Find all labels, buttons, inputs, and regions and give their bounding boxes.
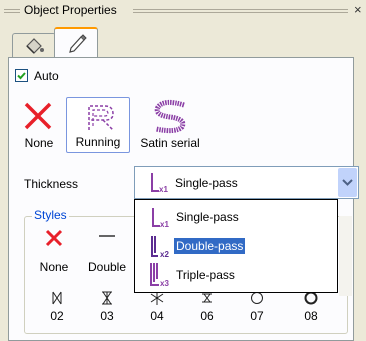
stitch-running-button[interactable]: Running: [66, 97, 130, 153]
auto-checkbox[interactable]: [15, 69, 28, 82]
style-item-04[interactable]: 04: [142, 290, 172, 323]
svg-text:x1: x1: [159, 185, 168, 194]
outline-tab[interactable]: [54, 27, 98, 58]
red-x-icon: [45, 229, 63, 247]
title-grip-left: [4, 9, 20, 13]
title-grip-right: [133, 9, 348, 13]
option-label: Single-pass: [176, 210, 239, 224]
option-badge: x2: [160, 250, 169, 259]
option-badge: x1: [160, 220, 169, 229]
option-badge: x3: [160, 279, 169, 288]
style-none-label: None: [39, 260, 69, 274]
thickness-option-single-pass[interactable]: x1 Single-pass: [136, 204, 336, 232]
object-properties-panel: Object Properties × Auto None Running Sa…: [0, 0, 366, 341]
auto-label: Auto: [34, 69, 59, 83]
option-label: Double-pass: [174, 238, 246, 254]
style-item-label: 04: [150, 309, 164, 323]
triple-pass-icon: x3: [150, 263, 169, 288]
style-double-item[interactable]: Double: [82, 228, 132, 278]
running-stitch-icon: [88, 105, 114, 131]
style-item-08[interactable]: 08: [296, 290, 326, 323]
styles-scrollbar[interactable]: [339, 216, 352, 296]
fill-tab[interactable]: [12, 33, 56, 57]
satin-serial-icon: [154, 99, 186, 134]
panel-titlebar[interactable]: Object Properties ×: [0, 0, 366, 20]
style-item-label: 03: [100, 309, 114, 323]
stitch-style-icon: [52, 291, 62, 305]
style-item-02[interactable]: 02: [42, 290, 72, 323]
paint-bucket-icon: [26, 38, 44, 54]
thickness-dropdown-list: x1 Single-pass x2 Double-pass x3 Triple-…: [134, 199, 338, 293]
stitch-satin-serial-label: Satin serial: [140, 136, 200, 150]
thickness-value: Single-pass: [175, 176, 238, 190]
style-item-03[interactable]: 03: [92, 290, 122, 323]
close-icon[interactable]: ×: [354, 2, 362, 17]
chevron-down-icon: [342, 179, 353, 186]
stitch-satin-serial-button[interactable]: Satin serial: [134, 97, 206, 153]
single-pass-icon: x1: [152, 208, 169, 229]
thickness-combobox[interactable]: x1 Single-pass: [134, 166, 359, 199]
single-pass-icon: x1: [151, 173, 168, 194]
thickness-option-triple-pass[interactable]: x3 Triple-pass: [136, 262, 336, 290]
panel-title: Object Properties: [24, 3, 117, 17]
style-item-06[interactable]: 06: [192, 290, 222, 323]
double-pass-icon: x2: [151, 236, 169, 259]
style-double-label: Double: [87, 260, 127, 274]
thickness-option-double-pass[interactable]: x2 Double-pass: [136, 233, 336, 261]
pencil-icon: [69, 34, 87, 53]
style-none-item[interactable]: None: [36, 228, 72, 278]
style-item-label: 02: [50, 309, 64, 323]
thickness-label: Thickness: [24, 177, 79, 191]
style-item-label: 06: [200, 309, 214, 323]
style-item-label: 08: [304, 309, 318, 323]
style-item-label: 07: [250, 309, 264, 323]
style-item-07[interactable]: 07: [242, 290, 272, 323]
stitch-style-icon: [102, 291, 112, 305]
red-x-icon: [24, 102, 52, 130]
check-mark-icon: [17, 72, 26, 80]
combo-dropdown-button[interactable]: [338, 168, 357, 197]
styles-group-label: Styles: [32, 208, 69, 222]
stitch-none-button[interactable]: None: [20, 97, 58, 153]
double-line-icon: [99, 235, 115, 237]
option-label: Triple-pass: [176, 268, 235, 282]
stitch-running-label: Running: [75, 135, 121, 149]
stitch-none-label: None: [24, 136, 54, 150]
